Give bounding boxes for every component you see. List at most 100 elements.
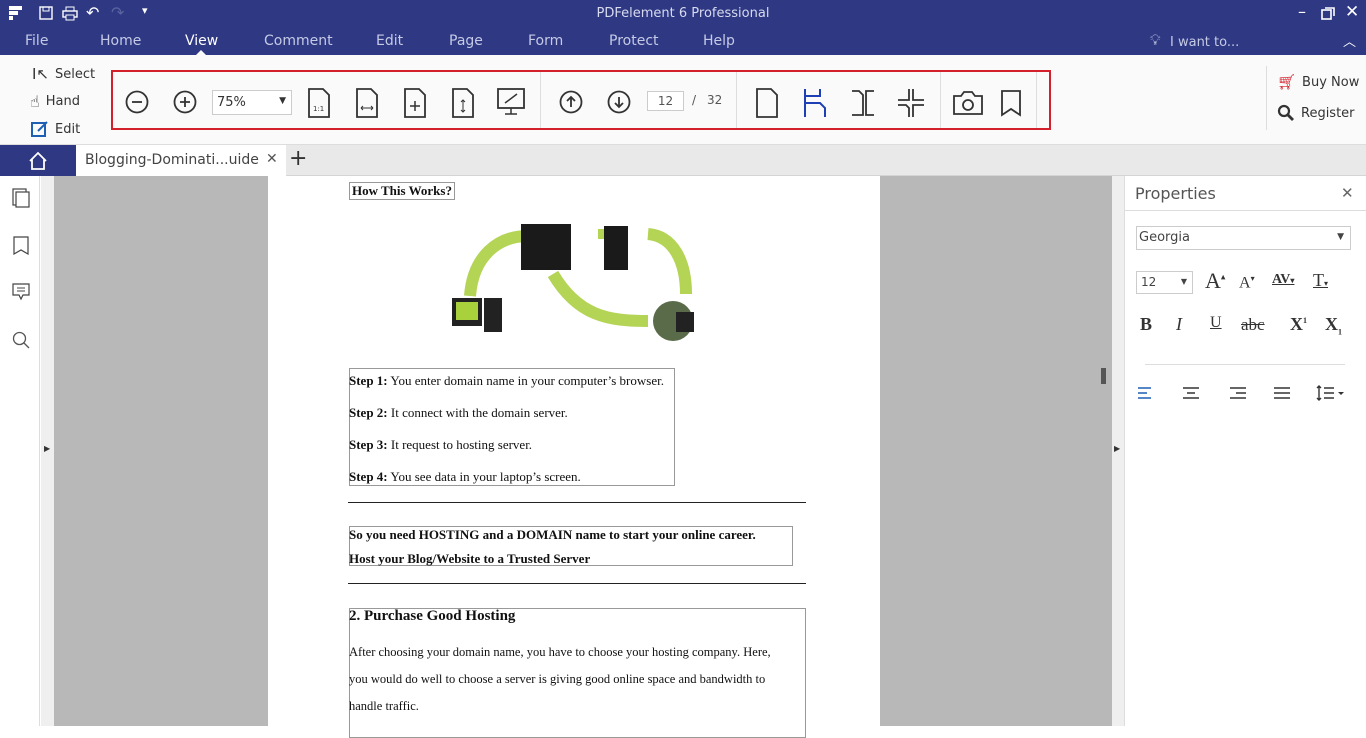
callout-line-2: Host your Blog/Website to a Trusted Serv… — [349, 551, 591, 566]
page-separator: / — [692, 93, 697, 107]
italic-button[interactable]: I — [1176, 314, 1182, 335]
key-search-icon — [1277, 104, 1294, 121]
paragraph-line: After choosing your domain name, you hav… — [349, 645, 771, 659]
callout-line-1: So you need HOSTING and a DOMAIN name to… — [349, 527, 756, 542]
menu-edit[interactable]: Edit — [376, 33, 403, 49]
edit-icon — [31, 121, 48, 137]
superscript-button[interactable]: X1 — [1290, 314, 1307, 335]
separator — [540, 72, 541, 128]
bookmark-button[interactable] — [1000, 89, 1022, 117]
page-total: 32 — [707, 93, 723, 107]
pdf-page: How This Works? Step 1: You enter domain… — [268, 176, 880, 738]
close-tab-icon[interactable]: ✕ — [266, 151, 278, 167]
document-tab-bar: Blogging-Dominati...uide ✕ + — [0, 145, 1366, 176]
bookmarks-icon[interactable] — [13, 236, 29, 256]
text-color-button[interactable]: T▾ — [1313, 270, 1328, 291]
strikethrough-button[interactable]: abc — [1241, 315, 1265, 335]
previous-page-button[interactable] — [559, 90, 583, 114]
divider — [1145, 364, 1345, 365]
separator — [736, 72, 737, 128]
snapshot-camera-button[interactable] — [952, 90, 984, 116]
align-right-button[interactable] — [1229, 386, 1247, 400]
left-sidebar — [0, 176, 40, 726]
menu-file[interactable]: File — [25, 33, 48, 49]
line-spacing-button[interactable] — [1316, 384, 1346, 402]
menu-view[interactable]: View — [185, 33, 218, 49]
divider — [1125, 210, 1366, 211]
menu-bar: File Home View Comment Edit Page Form Pr… — [0, 28, 1366, 55]
character-spacing-button[interactable]: AV▾ — [1272, 272, 1294, 288]
restore-button[interactable] — [1321, 7, 1335, 20]
menu-protect[interactable]: Protect — [609, 33, 659, 49]
justify-button[interactable] — [1273, 386, 1291, 400]
close-properties-icon[interactable]: ✕ — [1341, 184, 1354, 202]
svg-text:1:1: 1:1 — [313, 105, 324, 113]
window-title: PDFelement 6 Professional — [596, 6, 770, 21]
menu-page[interactable]: Page — [449, 33, 483, 49]
left-panel-splitter[interactable]: ▶ — [41, 176, 54, 726]
menu-comment[interactable]: Comment — [264, 33, 333, 49]
collapse-right-icon[interactable]: ▶ — [1114, 444, 1120, 453]
separator — [1036, 72, 1037, 128]
fit-width-button[interactable] — [355, 88, 379, 118]
underline-button[interactable]: U — [1210, 314, 1222, 332]
edit-tool[interactable]: Edit — [31, 120, 80, 138]
register-button[interactable]: Register — [1277, 104, 1355, 122]
hand-tool[interactable]: ☝ Hand — [30, 92, 80, 111]
thumbnails-icon[interactable] — [12, 188, 30, 208]
hosting-diagram-image — [452, 224, 694, 341]
properties-panel: Properties ✕ Georgia ▼ 12 ▼ A▴ A▾ AV▾ T▾ B… — [1124, 176, 1366, 726]
align-left-button[interactable] — [1137, 386, 1155, 400]
increase-font-size-button[interactable]: A▴ — [1205, 268, 1225, 294]
paragraph-line: you would do well to choose a server is … — [349, 672, 766, 686]
subscript-button[interactable]: X1 — [1325, 314, 1342, 337]
collapse-ribbon-icon[interactable]: ︿ — [1343, 31, 1356, 50]
next-page-button[interactable] — [607, 90, 631, 114]
font-size-select[interactable]: 12 ▼ — [1136, 271, 1193, 294]
bold-button[interactable]: B — [1140, 314, 1152, 335]
fit-height-button[interactable] — [451, 88, 475, 118]
right-panel-splitter[interactable]: ▶ — [1112, 176, 1124, 726]
select-tool[interactable]: I↖ Select — [32, 65, 95, 83]
divider — [348, 583, 806, 584]
zoom-out-button[interactable] — [125, 90, 149, 114]
hand-icon: ☝ — [30, 92, 40, 111]
step-4: Step 4: You see data in your laptop’s sc… — [349, 469, 581, 484]
actual-size-button[interactable]: 1:1 — [307, 88, 331, 118]
home-tab[interactable] — [0, 145, 76, 176]
document-tab[interactable]: Blogging-Dominati...uide ✕ — [76, 145, 286, 176]
full-screen-button[interactable] — [497, 88, 525, 116]
minimize-button[interactable]: – — [1298, 2, 1306, 21]
align-center-button[interactable] — [1182, 386, 1200, 400]
menu-home[interactable]: Home — [100, 33, 141, 49]
menu-form[interactable]: Form — [528, 33, 563, 49]
buy-now-button[interactable]: 🛒︎ Buy Now — [1277, 73, 1359, 91]
continuous-page-button[interactable] — [802, 88, 828, 118]
i-want-to-search[interactable]: I want to... — [1170, 35, 1239, 50]
step-3: Step 3: It request to hosting server. — [349, 437, 533, 452]
close-window-button[interactable]: ✕ — [1345, 2, 1359, 22]
heading-how-this-works[interactable]: How This Works? — [349, 182, 455, 200]
facing-continuous-button[interactable] — [897, 88, 925, 118]
title-bar: ↶ ↷ ▾ PDFelement 6 Professional – ✕ — [0, 0, 1366, 28]
menu-help[interactable]: Help — [703, 33, 735, 49]
comments-icon[interactable] — [12, 283, 30, 301]
new-tab-button[interactable]: + — [289, 146, 307, 171]
chevron-down-icon: ▼ — [1180, 277, 1187, 286]
zoom-in-button[interactable] — [173, 90, 197, 114]
font-family-select[interactable]: Georgia ▼ — [1136, 226, 1351, 250]
step-1: Step 1: You enter domain name in your co… — [349, 373, 664, 388]
step-2: Step 2: It connect with the domain serve… — [349, 405, 568, 420]
expand-left-icon[interactable]: ▶ — [44, 444, 50, 453]
facing-pages-button[interactable] — [850, 88, 876, 118]
page-number-input[interactable]: 12 — [647, 91, 684, 111]
zoom-select[interactable]: 75% ▼ — [212, 90, 292, 115]
select-cursor-icon: I↖ — [32, 65, 49, 83]
single-page-button[interactable] — [755, 88, 779, 118]
decrease-font-size-button[interactable]: A▾ — [1239, 274, 1255, 292]
search-icon[interactable] — [12, 331, 30, 349]
fit-page-button[interactable] — [403, 88, 427, 118]
vertical-scrollbar-thumb[interactable] — [1101, 368, 1106, 384]
heading-purchase-hosting: 2. Purchase Good Hosting — [349, 608, 516, 624]
paragraph-line: handle traffic. — [349, 699, 419, 713]
